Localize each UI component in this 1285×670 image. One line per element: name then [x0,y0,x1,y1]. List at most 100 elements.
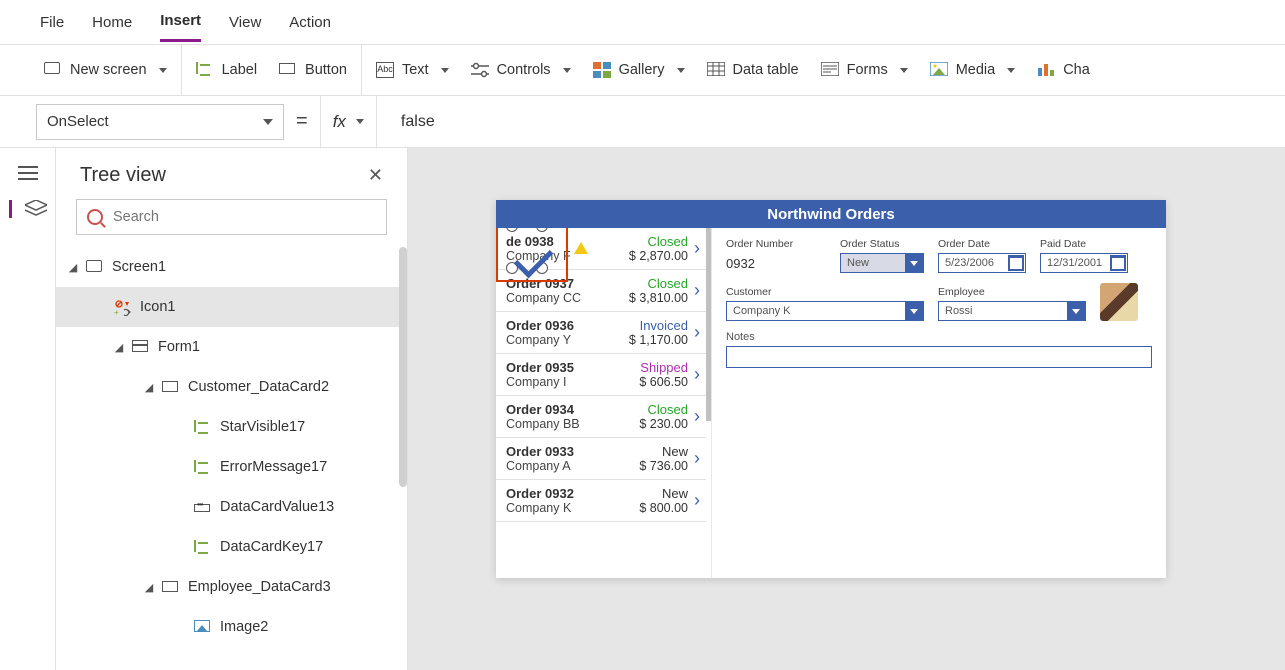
tree-node-starvisible[interactable]: StarVisible17 [56,407,407,447]
menu-home[interactable]: Home [92,4,132,41]
paid-date-input[interactable]: 12/31/2001 [1040,253,1128,273]
order-status: New [639,486,688,501]
customer-value: Company K [733,305,790,317]
menu-view[interactable]: View [229,4,261,41]
formula-value: false [401,113,435,131]
order-item[interactable]: Order 0935Company IShipped$ 606.50› [496,354,706,396]
new-screen-button[interactable]: New screen [44,62,167,78]
calendar-icon [1008,255,1024,271]
tree-node-label: Screen1 [112,259,166,275]
tree-node-image2[interactable]: Image2 [56,607,407,647]
tree-node-datacardkey[interactable]: DataCardKey17 [56,527,407,567]
new-screen-label: New screen [70,62,147,78]
tree-node-datacardvalue[interactable]: DataCardValue13 [56,487,407,527]
menu-insert[interactable]: Insert [160,2,201,42]
tree-node-customer-card[interactable]: ◢ Customer_DataCard2 [56,367,407,407]
formula-input[interactable]: false [389,96,1255,147]
order-date-label: Order Date [938,238,1026,250]
tree-panel: Tree view ✕ ◢ Screen1 + Icon1 ◢ Form1 [56,148,408,670]
notes-input[interactable] [726,346,1152,368]
calendar-icon [1110,255,1126,271]
data-table-button[interactable]: Data table [707,62,799,78]
gallery-scrollbar[interactable] [706,228,711,421]
app-preview: Northwind Orders de 0938Company FClosed$… [496,200,1166,578]
fx-button[interactable]: fx [320,96,377,147]
chevron-down-icon [1067,302,1085,320]
property-selector[interactable]: OnSelect [36,104,284,140]
label-icon [196,62,214,78]
chevron-down-icon [905,302,923,320]
tree-search-input[interactable] [113,209,376,225]
tree-node-icon1[interactable]: + Icon1 [56,287,407,327]
screen-icon [44,62,62,78]
hamburger-icon[interactable] [18,166,38,180]
order-item[interactable]: Order 0934Company BBClosed$ 230.00› [496,396,706,438]
tree-node-errormessage[interactable]: ErrorMessage17 [56,447,407,487]
order-title: Order 0934 [506,402,639,417]
chevron-right-icon: › [694,280,700,301]
order-company: Company K [506,501,639,515]
chevron-right-icon: › [694,322,700,343]
customer-select[interactable]: Company K [726,301,924,321]
tree-search[interactable] [76,199,387,235]
selection-box[interactable] [496,228,568,282]
forms-dropdown-label: Forms [847,62,888,78]
order-status: Shipped [639,360,688,375]
close-icon[interactable]: ✕ [368,165,383,186]
tree-view-icon[interactable] [9,200,31,218]
employee-value: Rossi [945,305,973,317]
menu-action[interactable]: Action [289,4,331,41]
order-amount: $ 606.50 [639,375,688,389]
resize-handle-icon[interactable] [536,228,548,232]
tree-node-employee-card[interactable]: ◢ Employee_DataCard3 [56,567,407,607]
button-button[interactable]: Button [279,62,347,78]
tree-node-form1[interactable]: ◢ Form1 [56,327,407,367]
order-status: Closed [629,276,688,291]
chevron-right-icon: › [694,238,700,259]
data-table-label: Data table [733,62,799,78]
order-number-value: 0932 [726,253,826,273]
order-gallery[interactable]: de 0938Company FClosed$ 2,870.00›Order 0… [496,228,712,578]
customer-label: Customer [726,286,924,298]
label-button[interactable]: Label [196,62,257,78]
tree: ◢ Screen1 + Icon1 ◢ Form1 ◢ Customer_Dat… [56,247,407,670]
tree-node-label: Employee_DataCard3 [188,579,331,595]
order-date-value: 5/23/2006 [945,257,994,269]
forms-dropdown[interactable]: Forms [821,62,908,78]
menu-file[interactable]: File [40,4,64,41]
order-company: Company A [506,459,639,473]
gallery-dropdown[interactable]: Gallery [593,62,685,78]
chevron-right-icon: › [694,364,700,385]
charts-dropdown-label: Cha [1063,62,1090,78]
order-status: Closed [639,402,688,417]
employee-select[interactable]: Rossi [938,301,1086,321]
tree-scrollbar[interactable] [399,247,407,487]
tree-node-label: Icon1 [140,299,175,315]
main-area: Tree view ✕ ◢ Screen1 + Icon1 ◢ Form1 [0,148,1285,670]
order-status-select[interactable]: New [840,253,924,273]
label-button-label: Label [222,62,257,78]
order-amount: $ 2,870.00 [629,249,688,263]
menu-bar: File Home Insert View Action [0,0,1285,44]
order-item[interactable]: Order 0933Company ANew$ 736.00› [496,438,706,480]
canvas[interactable]: Northwind Orders de 0938Company FClosed$… [408,148,1285,670]
charts-dropdown[interactable]: Cha [1037,62,1090,78]
equals-sign: = [296,110,308,133]
tree-node-screen1[interactable]: ◢ Screen1 [56,247,407,287]
notes-label: Notes [726,331,1152,343]
controls-icon [471,62,489,78]
employee-avatar [1100,283,1138,321]
text-dropdown[interactable]: Abc Text [376,62,449,78]
media-dropdown[interactable]: Media [930,62,1016,78]
order-item[interactable]: Order 0932Company KNew$ 800.00› [496,480,706,522]
order-item[interactable]: Order 0936Company YInvoiced$ 1,170.00› [496,312,706,354]
resize-handle-icon[interactable] [506,228,518,232]
tree-node-label: Image2 [220,619,268,635]
order-amount: $ 1,170.00 [629,333,688,347]
order-company: Company BB [506,417,639,431]
controls-dropdown[interactable]: Controls [471,62,571,78]
order-title: Order 0933 [506,444,639,459]
order-date-input[interactable]: 5/23/2006 [938,253,1026,273]
warning-icon [574,242,588,254]
tree-title: Tree view [80,164,166,187]
